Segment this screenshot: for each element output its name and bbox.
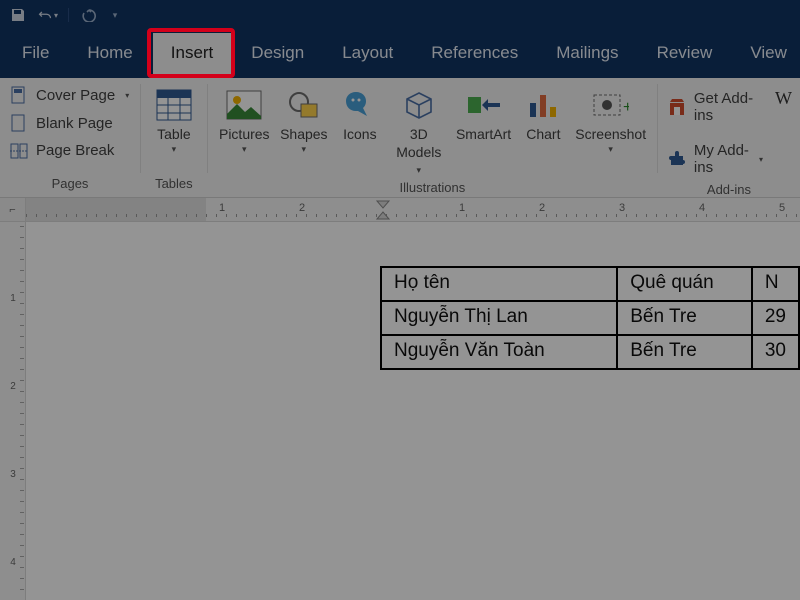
svg-text:+: + — [623, 99, 629, 116]
chevron-down-icon: ▾ — [302, 144, 307, 154]
blank-page-icon — [10, 114, 28, 132]
tab-file[interactable]: File — [4, 33, 67, 75]
chevron-down-icon: ▾ — [113, 10, 118, 21]
3d-models-label-1: 3D — [410, 126, 428, 142]
screenshot-icon: + — [593, 86, 629, 124]
my-addins-label: My Add-ins — [694, 142, 749, 176]
blank-page-label: Blank Page — [36, 115, 113, 132]
chart-button[interactable]: Chart — [518, 82, 568, 142]
customize-quick-access[interactable]: ▾ — [109, 5, 121, 25]
pictures-label: Pictures — [219, 126, 270, 142]
table-cell[interactable]: Quê quán — [617, 267, 752, 301]
icons-label: Icons — [343, 126, 376, 142]
undo-icon — [38, 8, 52, 22]
my-addins-button[interactable]: My Add-ins ▾ — [666, 140, 765, 178]
get-addins-button[interactable]: Get Add-ins — [666, 88, 765, 126]
chevron-down-icon: ▾ — [242, 144, 247, 154]
group-addins: Get Add-ins My Add-ins ▾ W Add-ins — [658, 78, 800, 197]
page-break-label: Page Break — [36, 142, 114, 159]
chevron-down-icon: ▾ — [172, 144, 177, 154]
page-canvas[interactable]: Họ tên Quê quán N Nguyễn Thị Lan Bến Tre… — [26, 222, 800, 600]
vertical-ruler[interactable]: ⌐ 1234 — [0, 198, 26, 600]
chart-label: Chart — [526, 126, 560, 142]
undo-button[interactable]: ▾ — [38, 5, 58, 25]
blank-page-button[interactable]: Blank Page — [8, 112, 131, 134]
pictures-icon — [226, 86, 262, 124]
screenshot-label: Screenshot — [575, 126, 646, 142]
tab-view[interactable]: View — [732, 33, 800, 75]
table-row[interactable]: Họ tên Quê quán N — [381, 267, 799, 301]
group-label-pages: Pages — [8, 172, 132, 197]
save-icon — [10, 7, 26, 23]
shapes-icon — [287, 86, 321, 124]
shapes-label: Shapes — [280, 126, 327, 142]
chevron-down-icon: ▾ — [608, 144, 613, 154]
table-cell[interactable]: Bến Tre — [617, 301, 752, 335]
cover-page-label: Cover Page — [36, 87, 115, 104]
table-label: Table — [157, 126, 190, 142]
group-illustrations: Pictures ▾ Shapes ▾ Icons 3D — [208, 78, 657, 197]
ribbon-insert: Cover Page ▾ Blank Page Page Break Page — [0, 78, 800, 198]
tab-insert[interactable]: Insert — [153, 33, 232, 75]
table-row[interactable]: Nguyễn Văn Toàn Bến Tre 30 — [381, 335, 799, 369]
tab-references[interactable]: References — [413, 33, 536, 75]
table-icon — [156, 86, 192, 124]
group-tables: Table ▾ Tables — [141, 78, 207, 197]
table-cell[interactable]: Bến Tre — [617, 335, 752, 369]
3d-models-button[interactable]: 3D Models ▾ — [389, 82, 449, 176]
tab-home[interactable]: Home — [69, 33, 150, 75]
horizontal-ruler[interactable]: 2112345 — [26, 198, 800, 222]
chevron-down-icon: ▾ — [125, 91, 129, 100]
ruler-corner: ⌐ — [0, 198, 25, 222]
cover-page-icon — [10, 86, 28, 104]
page-margin — [26, 222, 206, 600]
wikipedia-button[interactable]: W — [775, 88, 792, 109]
table-button[interactable]: Table ▾ — [149, 82, 199, 154]
save-button[interactable] — [8, 5, 28, 25]
tab-mailings[interactable]: Mailings — [538, 33, 636, 75]
table-cell[interactable]: 30 — [752, 335, 799, 369]
page-break-icon — [10, 143, 28, 159]
chevron-down-icon: ▾ — [417, 165, 422, 175]
ribbon-tabs: File Home Insert Design Layout Reference… — [0, 30, 800, 78]
cover-page-button[interactable]: Cover Page ▾ — [8, 84, 131, 106]
tab-design[interactable]: Design — [233, 33, 322, 75]
chart-icon — [528, 86, 558, 124]
separator — [68, 8, 69, 22]
screenshot-button[interactable]: + Screenshot ▾ — [572, 82, 649, 154]
table-cell[interactable]: Nguyễn Thị Lan — [381, 301, 617, 335]
document-area: ⌐ 1234 2112345 Họ tên Quê quán N Nguyễn … — [0, 198, 800, 600]
smartart-button[interactable]: SmartArt — [453, 82, 515, 142]
smartart-label: SmartArt — [456, 126, 511, 142]
table-cell[interactable]: 29 — [752, 301, 799, 335]
chevron-down-icon: ▾ — [759, 155, 763, 164]
indent-marker[interactable] — [376, 200, 390, 222]
table-cell[interactable]: Nguyễn Văn Toàn — [381, 335, 617, 369]
page-break-button[interactable]: Page Break — [8, 140, 131, 161]
pictures-button[interactable]: Pictures ▾ — [216, 82, 273, 154]
table-row[interactable]: Nguyễn Thị Lan Bến Tre 29 — [381, 301, 799, 335]
redo-icon — [81, 8, 97, 22]
icons-button[interactable]: Icons — [335, 82, 385, 142]
table-cell[interactable]: Họ tên — [381, 267, 617, 301]
cube-icon — [403, 86, 435, 124]
group-pages: Cover Page ▾ Blank Page Page Break Page — [0, 78, 140, 197]
tab-review[interactable]: Review — [639, 33, 731, 75]
document-table[interactable]: Họ tên Quê quán N Nguyễn Thị Lan Bến Tre… — [380, 266, 800, 370]
icons-icon — [344, 86, 376, 124]
tab-layout[interactable]: Layout — [324, 33, 411, 75]
3d-models-label-2: Models — [396, 144, 441, 160]
store-icon — [668, 99, 686, 115]
redo-button[interactable] — [79, 5, 99, 25]
table-cell[interactable]: N — [752, 267, 799, 301]
quick-access-toolbar: ▾ ▾ — [0, 0, 800, 30]
group-label-tables: Tables — [149, 172, 199, 197]
shapes-button[interactable]: Shapes ▾ — [277, 82, 331, 154]
addin-icon — [668, 150, 686, 168]
get-addins-label: Get Add-ins — [694, 90, 763, 124]
smartart-icon — [467, 86, 501, 124]
chevron-down-icon: ▾ — [54, 11, 58, 20]
